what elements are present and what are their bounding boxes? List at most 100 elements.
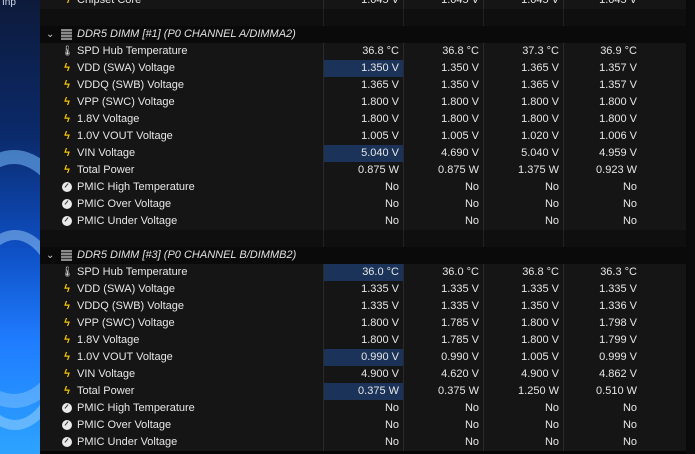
group-title: DDR5 DIMM [#3] (P0 CHANNEL B/DIMMB2)	[77, 249, 297, 261]
thermometer-icon: 🌡	[61, 267, 74, 278]
sensor-label: VIN Voltage	[77, 368, 136, 380]
sensor-label: VDD (SWA) Voltage	[77, 62, 176, 74]
table-row[interactable]: ϟ VPP (SWC) Voltage 1.800 V 1.785 V 1.800 V1…	[40, 315, 686, 332]
current-value: 1.335 V	[323, 281, 403, 298]
max-value: 37.3 °C	[483, 43, 563, 60]
avg-value: No	[563, 400, 641, 417]
max-value: 1.350 V	[483, 298, 563, 315]
table-row[interactable]: ϟ 1.8V Voltage 1.800 V 1.800 V 1.800 V 1.800 …	[40, 111, 686, 128]
avg-value: 4.959 V	[563, 145, 641, 162]
current-value: 1.365 V	[323, 77, 403, 94]
table-row[interactable]: ϟ Total Power 0.375 W 0.375 W 1.250 W 0.510 W	[40, 383, 686, 400]
current-value: 0.375 W	[323, 383, 403, 400]
current-value: 4.900 V	[323, 366, 403, 383]
table-row[interactable]: ϟ VDDQ (SWB) Voltage 1.365 V 1.350 V 1.365 V…	[40, 77, 686, 94]
min-value: 1.800 V	[403, 111, 483, 128]
lightning-icon: ϟ	[64, 0, 70, 6]
min-value: No	[403, 434, 483, 451]
lightning-icon: ϟ	[64, 334, 70, 346]
table-row[interactable]: ϟ 1.0V VOUT Voltage 0.990 V 0.990 V 1.005 V0…	[40, 349, 686, 366]
table-row[interactable]: ϟ VDD (SWA) Voltage 1.335 V 1.335 V 1.335 V1…	[40, 281, 686, 298]
avg-value: No	[563, 213, 641, 230]
table-row[interactable]: ϟ VDD (SWA) Voltage 1.350 V 1.350 V 1.365 V1…	[40, 60, 686, 77]
table-row[interactable]: PMIC High Temperature No No No No	[40, 400, 686, 417]
avg-value: 36.3 °C	[563, 264, 641, 281]
avg-value: 1.798 V	[563, 315, 641, 332]
table-row[interactable]: PMIC Over Voltage No No No No	[40, 196, 686, 213]
lightning-icon: ϟ	[64, 147, 70, 159]
avg-value: 0.923 W	[563, 162, 641, 179]
min-value: No	[403, 417, 483, 434]
sensor-table[interactable]: ϟ Chipset Core 1.045 V 1.045 V 1.045 V 1…	[40, 0, 686, 454]
sensor-label: PMIC Under Voltage	[77, 215, 178, 227]
max-value: 5.040 V	[483, 145, 563, 162]
min-value: 0.990 V	[403, 349, 483, 366]
avg-value: 1.800 V	[563, 94, 641, 111]
current-value: 1.350 V	[323, 60, 403, 77]
table-row[interactable]: PMIC Under Voltage No No No No	[40, 213, 686, 230]
current-value: 1.800 V	[323, 315, 403, 332]
table-row[interactable]: ϟ VPP (SWC) Voltage 1.800 V 1.800 V 1.800 V1…	[40, 94, 686, 111]
avg-value: 4.862 V	[563, 366, 641, 383]
group-header[interactable]: ⌄ DDR5 DIMM [#1] (P0 CHANNEL A/DIMMA2)	[40, 26, 686, 43]
sensor-label: Chipset Core	[77, 0, 142, 6]
min-value: No	[403, 213, 483, 230]
max-value: No	[483, 196, 563, 213]
chevron-down-icon[interactable]: ⌄	[46, 26, 54, 43]
current-value: No	[323, 400, 403, 417]
gauge-icon	[62, 437, 72, 447]
group-header[interactable]: ⌄ DDR5 DIMM [#3] (P0 CHANNEL B/DIMMB2)	[40, 247, 686, 264]
avg-value: 1.800 V	[563, 111, 641, 128]
thermometer-icon: 🌡	[61, 46, 74, 57]
table-row[interactable]: ϟ VIN Voltage 4.900 V 4.620 V 4.900 V 4.862 V	[40, 366, 686, 383]
gauge-icon	[62, 403, 72, 413]
table-row[interactable]: PMIC Under Voltage No No No No	[40, 434, 686, 451]
table-row[interactable]: 🌡 SPD Hub Temperature 36.8 °C 36.8 °C 37.3 °…	[40, 43, 686, 60]
current-value: No	[323, 213, 403, 230]
chevron-down-icon[interactable]: ⌄	[46, 247, 54, 264]
sensor-label: PMIC High Temperature	[77, 402, 195, 414]
current-value: No	[323, 417, 403, 434]
table-row[interactable]: ϟ VDDQ (SWB) Voltage 1.335 V 1.335 V 1.350 V…	[40, 298, 686, 315]
sensor-label: VPP (SWC) Voltage	[77, 96, 175, 108]
min-value: 1.800 V	[403, 94, 483, 111]
lightning-icon: ϟ	[64, 113, 70, 125]
current-value: 0.990 V	[323, 349, 403, 366]
max-value: 1.800 V	[483, 94, 563, 111]
max-value: 4.900 V	[483, 366, 563, 383]
lightning-icon: ϟ	[64, 79, 70, 91]
min-value: 4.620 V	[403, 366, 483, 383]
sensor-label: 1.8V Voltage	[77, 113, 140, 125]
sensor-label: VIN Voltage	[77, 147, 136, 159]
table-row[interactable]: ϟ 1.8V Voltage 1.800 V 1.785 V 1.800 V 1.799 …	[40, 332, 686, 349]
sensor-label: 1.0V VOUT Voltage	[77, 351, 173, 363]
gauge-icon	[62, 182, 72, 192]
current-value: 36.0 °C	[323, 264, 403, 281]
table-row[interactable]: PMIC High Temperature No No No No	[40, 179, 686, 196]
sensor-label: 1.8V Voltage	[77, 334, 140, 346]
table-row[interactable]: ϟ 1.0V VOUT Voltage 1.005 V 1.005 V 1.020 V1…	[40, 128, 686, 145]
lightning-icon: ϟ	[64, 300, 70, 312]
max-value: No	[483, 417, 563, 434]
table-row[interactable]: ϟ Chipset Core 1.045 V 1.045 V 1.045 V 1…	[40, 0, 686, 9]
table-row[interactable]: PMIC Over Voltage No No No No	[40, 417, 686, 434]
avg-value: 1.045 V	[563, 0, 641, 9]
avg-value: 1.357 V	[563, 77, 641, 94]
desktop-wallpaper: Inp	[0, 0, 40, 454]
avg-value: 1.799 V	[563, 332, 641, 349]
max-value: 1.335 V	[483, 281, 563, 298]
max-value: 36.8 °C	[483, 264, 563, 281]
current-value: 1.005 V	[323, 128, 403, 145]
max-value: No	[483, 400, 563, 417]
table-row[interactable]: ϟ VIN Voltage 5.040 V 4.690 V 5.040 V 4.959 V	[40, 145, 686, 162]
current-value: 36.8 °C	[323, 43, 403, 60]
table-row[interactable]: ϟ Total Power 0.875 W 0.875 W 1.375 W 0.923 W	[40, 162, 686, 179]
lightning-icon: ϟ	[64, 351, 70, 363]
current-value: 1.335 V	[323, 298, 403, 315]
min-value: 36.8 °C	[403, 43, 483, 60]
gauge-icon	[62, 216, 72, 226]
sensor-label: PMIC Over Voltage	[77, 198, 172, 210]
table-row[interactable]: 🌡 SPD Hub Temperature 36.0 °C 36.0 °C 36.8 °…	[40, 264, 686, 281]
avg-value: No	[563, 179, 641, 196]
scrollbar[interactable]	[686, 0, 695, 454]
